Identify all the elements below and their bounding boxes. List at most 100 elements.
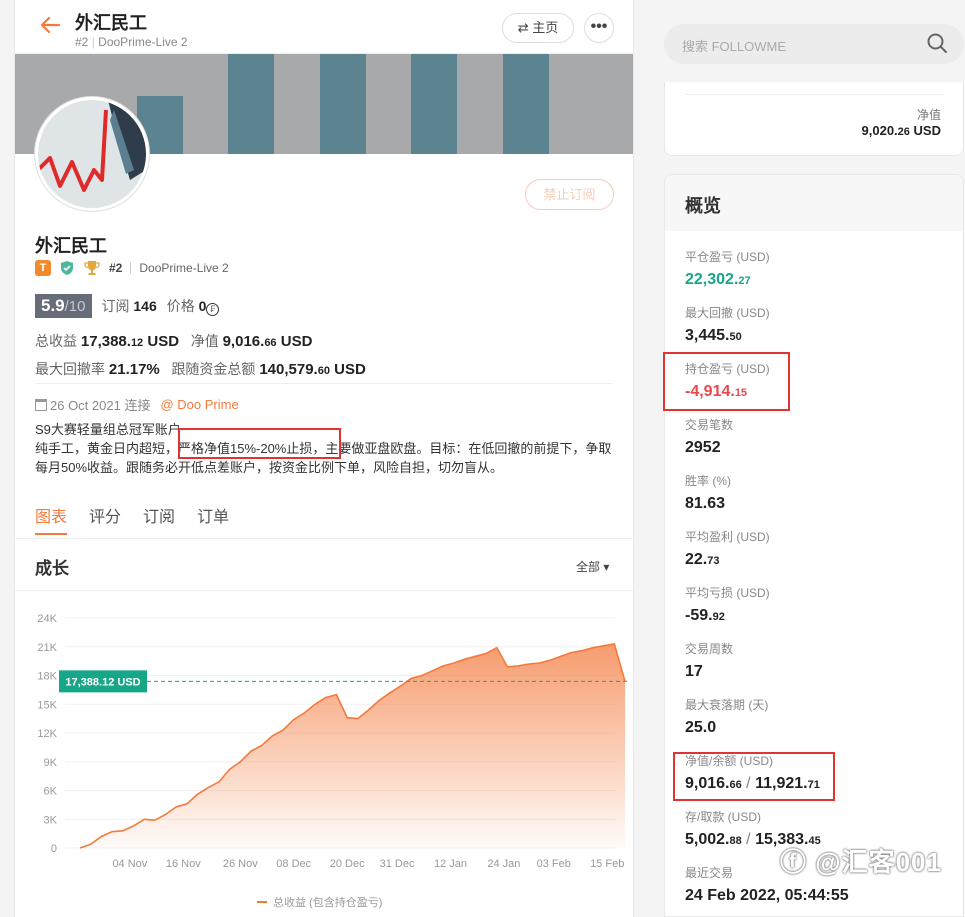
stat-label: 存/取款 (USD): [685, 810, 761, 824]
stat-value: 22.73: [685, 551, 720, 568]
search-icon[interactable]: [926, 32, 948, 54]
drawdown-row: 最大回撤率 21.17% 跟随资金总额 140,579.60 USD: [35, 361, 366, 378]
stat-label: 交易笔数: [685, 418, 734, 432]
x-tick-label: 15 Feb: [590, 858, 624, 870]
overview-stat: 平仓盈亏 (USD) 22,302.27: [685, 248, 770, 289]
x-tick-label: 26 Nov: [223, 858, 258, 870]
stat-value: -59.92: [685, 607, 725, 624]
range-dropdown[interactable]: 全部 ▾: [576, 558, 609, 575]
subscriber-count: 146: [133, 298, 157, 314]
join-info: 26 Oct 2021 连接 @ Doo Prime: [35, 395, 239, 414]
y-tick-label: 3K: [44, 814, 58, 826]
overview-stat: 平均亏损 (USD) -59.92: [685, 584, 770, 625]
verified-shield-icon: [59, 260, 75, 276]
coin-icon: ₣: [206, 303, 220, 316]
y-tick-label: 15K: [37, 699, 57, 711]
stat-value: 24 Feb 2022, 05:44:55: [685, 887, 849, 904]
equity-value: 9,016.66 USD: [222, 333, 313, 350]
tab-chart[interactable]: 图表: [35, 503, 67, 527]
stat-value: 81.63: [685, 495, 726, 512]
search-input[interactable]: 搜索 FOLLOWME: [682, 36, 786, 55]
current-value-label: 17,388.12 USD: [65, 676, 140, 688]
search-bar[interactable]: 搜索 FOLLOWME: [664, 24, 964, 64]
stat-value: 3,445.50: [685, 327, 742, 344]
x-tick-label: 08 Dec: [276, 858, 311, 870]
page-subtitle: #2 | DooPrime-Live 2: [75, 35, 188, 49]
more-options-button[interactable]: •••: [584, 13, 614, 43]
x-tick-label: 20 Dec: [330, 858, 365, 870]
badges-row: T #2 DooPrime-Live 2: [35, 259, 229, 277]
calendar-icon: [35, 399, 47, 411]
total-profit-value: 17,388.12 USD: [80, 333, 180, 350]
overview-title: 概览: [665, 175, 963, 231]
y-tick-label: 9K: [44, 757, 58, 769]
overview-stat: 胜率 (%) 81.63: [685, 472, 731, 513]
tab-orders[interactable]: 订单: [197, 503, 229, 527]
y-tick-label: 24K: [37, 613, 57, 625]
overview-panel: 概览 平仓盈亏 (USD) 22,302.27 最大回撤 (USD) 3,445.50…: [664, 174, 964, 917]
highlight-box: [178, 428, 341, 459]
overview-stat: 最大回撤 (USD) 3,445.50: [685, 304, 770, 345]
score-badge: 5.9/10: [35, 294, 92, 318]
watermark: ⓕ @汇客001: [780, 847, 942, 877]
growth-title: 成长: [35, 559, 69, 578]
y-tick-label: 0: [51, 843, 57, 855]
x-tick-label: 24 Jan: [487, 858, 520, 870]
broker-link[interactable]: @ Doo Prime: [160, 397, 238, 412]
overview-stat: 交易笔数 2952: [685, 416, 733, 457]
stat-value: 17: [685, 663, 703, 680]
x-tick-label: 16 Nov: [166, 858, 201, 870]
back-arrow-icon[interactable]: [39, 14, 63, 38]
max-drawdown-value: 21.17%: [108, 361, 160, 378]
top-bar: 外汇民工 #2 | DooPrime-Live 2 ⇄ 主页 •••: [15, 0, 633, 54]
price-value: 0: [198, 298, 207, 314]
subscription-disabled-button[interactable]: 禁止订阅: [525, 179, 614, 210]
stat-label: 最大回撤 (USD): [685, 306, 770, 320]
y-tick-label: 6K: [44, 786, 58, 798]
equity-card: 净值 9,020.26 USD: [664, 82, 964, 156]
stat-label: 最大衰落期 (天): [685, 698, 769, 712]
legend-label: 总收益 (包含持仓盈亏): [273, 895, 382, 909]
stat-label: 平均亏损 (USD): [685, 586, 770, 600]
profit-row: 总收益 17,388.12 USD 净值 9,016.66 USD: [35, 333, 313, 350]
trophy-icon: [83, 260, 101, 276]
stat-label: 胜率 (%): [685, 474, 731, 488]
y-tick-label: 21K: [37, 642, 57, 654]
y-tick-label: 12K: [37, 728, 57, 740]
x-tick-label: 31 Dec: [380, 858, 415, 870]
x-tick-label: 04 Nov: [112, 858, 147, 870]
page-title: 外汇民工: [75, 13, 147, 33]
stat-value: 2952: [685, 439, 721, 456]
highlight-box: [663, 352, 790, 411]
equity-card-label: 净值: [916, 108, 941, 122]
trader-name: 外汇民工: [35, 236, 107, 256]
stat-label: 平均盈利 (USD): [685, 530, 770, 544]
stat-label: 交易周数: [685, 642, 734, 656]
overview-stat: 最大衰落期 (天) 25.0: [685, 696, 768, 737]
avatar: [35, 97, 149, 211]
tab-subscription[interactable]: 订阅: [143, 503, 175, 527]
x-tick-label: 03 Feb: [537, 858, 571, 870]
stat-value: 22,302.27: [685, 271, 751, 288]
score-row: 5.9/10 订阅 146 价格 0 ₣: [35, 294, 220, 318]
follow-fund-value: 140,579.60 USD: [259, 361, 366, 378]
join-date: 26 Oct 2021 连接: [50, 398, 151, 413]
account-label: DooPrime-Live 2: [98, 35, 188, 49]
highlight-box: [673, 752, 835, 801]
trader-profile-panel: 外汇民工 #2 | DooPrime-Live 2 ⇄ 主页 ••• 禁止订阅 …: [14, 0, 634, 917]
y-tick-label: 18K: [37, 671, 57, 683]
account-badge: DooPrime-Live 2: [139, 261, 229, 275]
tab-rating[interactable]: 评分: [89, 503, 121, 527]
overview-stat: 交易周数 17: [685, 640, 733, 681]
rank-label: #2: [75, 35, 89, 49]
trader-badge-icon: T: [35, 260, 51, 276]
stat-value: 25.0: [685, 719, 717, 736]
x-tick-label: 12 Jan: [434, 858, 467, 870]
tab-bar: 图表 评分 订阅 订单: [35, 503, 229, 527]
growth-chart: 0 3K 6K 9K 12K 15K 18K 21K 24K 04 Nov 16 Nov 26 Nov…: [37, 613, 627, 909]
home-button[interactable]: ⇄ 主页: [502, 13, 574, 43]
rank-badge: #2: [109, 261, 123, 275]
overview-stat: 平均盈利 (USD) 22.73: [685, 528, 770, 569]
stat-label: 平仓盈亏 (USD): [685, 250, 770, 264]
equity-card-value: 9,020.26 USD: [861, 123, 941, 138]
